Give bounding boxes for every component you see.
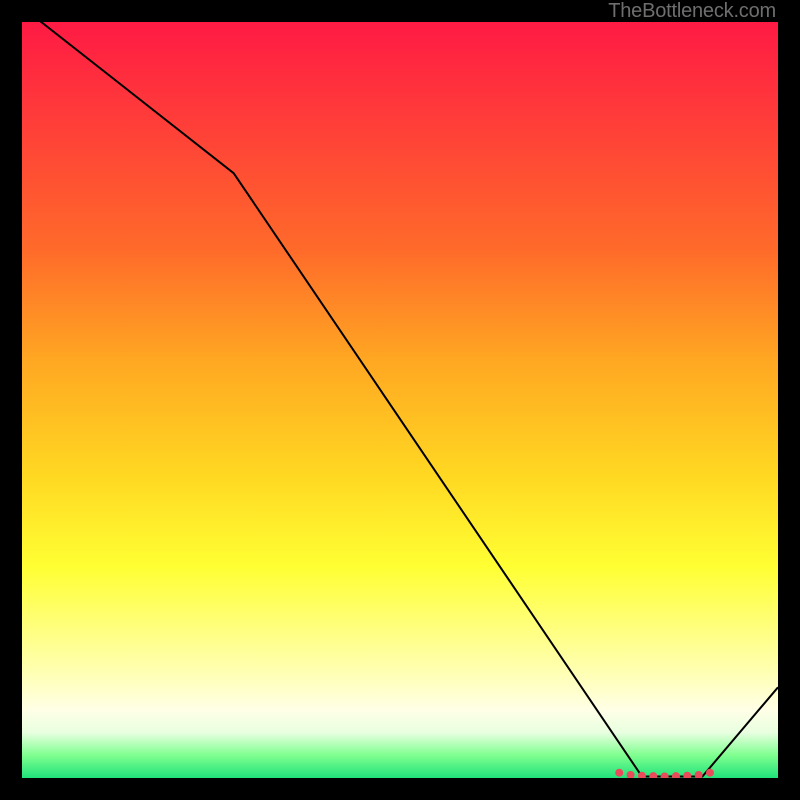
marker-dot	[627, 771, 635, 778]
marker-dot	[695, 771, 703, 778]
chart-overlay	[22, 22, 778, 778]
optimal-range-markers	[615, 769, 714, 778]
marker-dot	[661, 772, 669, 778]
marker-dot	[649, 772, 657, 778]
chart-frame: { "watermark": "TheBottleneck.com", "cha…	[0, 0, 800, 800]
marker-dot	[672, 772, 680, 778]
marker-dot	[683, 772, 691, 778]
watermark-text: TheBottleneck.com	[608, 0, 776, 23]
marker-dot	[615, 769, 623, 777]
marker-dot	[706, 769, 714, 777]
bottleneck-curve-line	[22, 22, 778, 776]
